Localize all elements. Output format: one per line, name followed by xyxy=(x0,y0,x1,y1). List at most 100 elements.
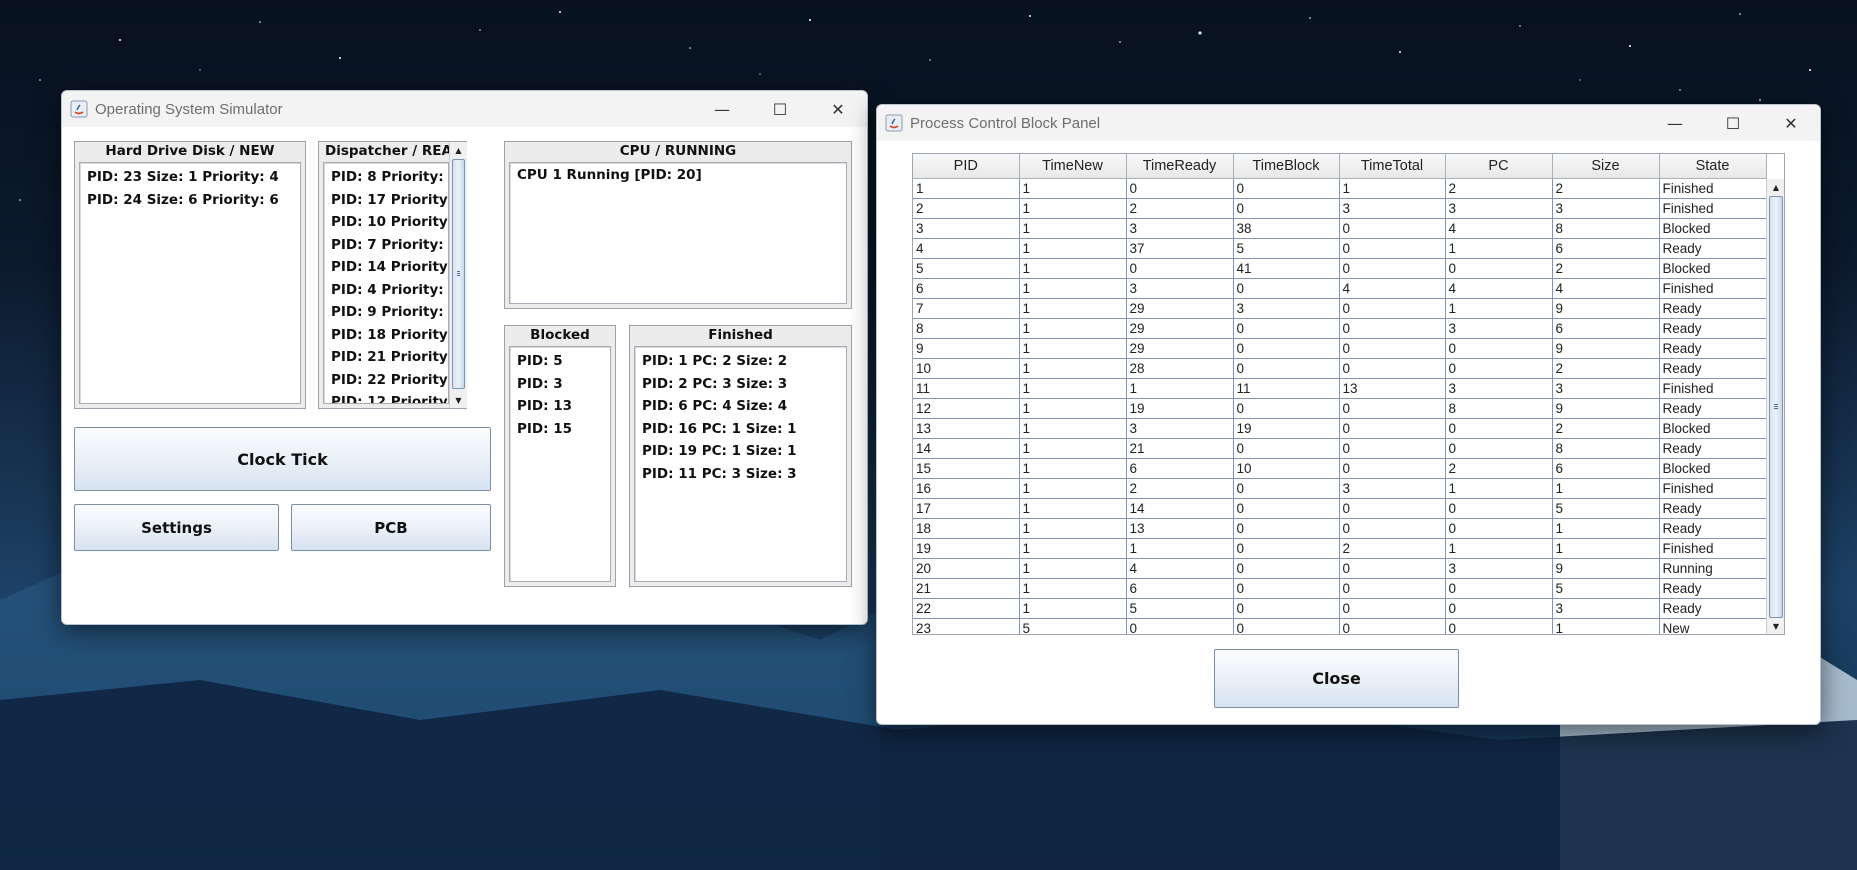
table-cell[interactable]: 1 xyxy=(1019,378,1127,399)
maximize-button[interactable]: ☐ xyxy=(751,91,809,127)
list-item[interactable]: PID: 18 Priority: 10 xyxy=(324,324,448,347)
table-cell[interactable]: 1 xyxy=(1552,538,1660,559)
table-cell[interactable]: 0 xyxy=(1339,518,1446,539)
table-cell[interactable]: Finished xyxy=(1659,378,1767,399)
column-header-timeready[interactable]: TimeReady xyxy=(1126,154,1234,179)
table-cell[interactable]: Ready xyxy=(1659,318,1767,339)
table-cell[interactable]: 11 xyxy=(1233,378,1340,399)
table-cell[interactable]: 28 xyxy=(1126,358,1234,379)
table-row[interactable]: 19 1 1 0 2 1 1 Finished xyxy=(913,538,1767,559)
finished-queue-list[interactable]: PID: 1 PC: 2 Size: 2 PID: 2 PC: 3 Size: … xyxy=(634,346,847,582)
table-cell[interactable]: 1 xyxy=(1019,398,1127,419)
table-row[interactable]: 9 1 29 0 0 0 9 Ready xyxy=(913,338,1767,359)
table-cell[interactable]: 0 xyxy=(1233,398,1340,419)
table-cell[interactable]: 0 xyxy=(1233,438,1340,459)
list-item[interactable]: PID: 15 xyxy=(510,418,610,441)
table-cell[interactable]: 19 xyxy=(1233,418,1340,439)
table-cell[interactable]: 12 xyxy=(913,398,1020,419)
table-cell[interactable]: Blocked xyxy=(1659,418,1767,439)
list-item[interactable]: PID: 23 Size: 1 Priority: 4 xyxy=(80,166,300,189)
table-cell[interactable]: 9 xyxy=(1552,558,1660,579)
table-cell[interactable]: 18 xyxy=(913,518,1020,539)
list-item[interactable]: PID: 6 PC: 4 Size: 4 xyxy=(635,395,846,418)
table-cell[interactable]: 6 xyxy=(1552,458,1660,479)
table-cell[interactable]: 1 xyxy=(1019,578,1127,599)
table-row[interactable]: 20 1 4 0 0 3 9 Running xyxy=(913,558,1767,579)
table-cell[interactable]: 1 xyxy=(1126,378,1234,399)
table-cell[interactable]: 1 xyxy=(1019,218,1127,239)
table-cell[interactable]: 0 xyxy=(1233,498,1340,519)
table-cell[interactable]: 0 xyxy=(1126,618,1234,634)
cpu-running-list[interactable]: CPU 1 Running [PID: 20] xyxy=(509,162,847,304)
table-cell[interactable]: 6 xyxy=(1126,578,1234,599)
table-cell[interactable]: 1 xyxy=(1019,478,1127,499)
table-cell[interactable]: 6 xyxy=(1126,458,1234,479)
table-cell[interactable]: 3 xyxy=(1552,598,1660,619)
table-cell[interactable]: 3 xyxy=(1126,278,1234,299)
table-cell[interactable]: 0 xyxy=(1339,398,1446,419)
table-cell[interactable]: 0 xyxy=(1339,438,1446,459)
table-row[interactable]: 2 1 2 0 3 3 3 Finished xyxy=(913,198,1767,219)
table-cell[interactable]: 1 xyxy=(1445,298,1553,319)
table-cell[interactable]: 1 xyxy=(1019,338,1127,359)
table-cell[interactable]: 14 xyxy=(913,438,1020,459)
table-cell[interactable]: 9 xyxy=(1552,338,1660,359)
table-cell[interactable]: 2 xyxy=(1552,418,1660,439)
table-row[interactable]: 18 1 13 0 0 0 1 Ready xyxy=(913,518,1767,539)
table-cell[interactable]: Ready xyxy=(1659,518,1767,539)
table-cell[interactable]: 1 xyxy=(913,178,1020,199)
close-button[interactable]: Close xyxy=(1214,649,1459,708)
table-cell[interactable]: 1 xyxy=(1552,478,1660,499)
table-cell[interactable]: 1 xyxy=(1019,298,1127,319)
table-cell[interactable]: 1 xyxy=(1019,258,1127,279)
column-header-pid[interactable]: PID xyxy=(913,154,1020,179)
list-item[interactable]: PID: 11 PC: 3 Size: 3 xyxy=(635,463,846,486)
table-cell[interactable]: 3 xyxy=(1445,198,1553,219)
table-cell[interactable]: New xyxy=(1659,618,1767,634)
list-item[interactable]: PID: 16 PC: 1 Size: 1 xyxy=(635,418,846,441)
table-cell[interactable]: 7 xyxy=(913,298,1020,319)
table-cell[interactable]: 1 xyxy=(1019,198,1127,219)
list-item[interactable]: PID: 13 xyxy=(510,395,610,418)
table-cell[interactable]: 2 xyxy=(1552,258,1660,279)
table-cell[interactable]: 0 xyxy=(1445,578,1553,599)
table-cell[interactable]: 0 xyxy=(1445,618,1553,634)
new-queue-list[interactable]: PID: 23 Size: 1 Priority: 4 PID: 24 Size… xyxy=(79,162,301,404)
table-cell[interactable]: 8 xyxy=(913,318,1020,339)
table-cell[interactable]: 4 xyxy=(1126,558,1234,579)
table-row[interactable]: 16 1 2 0 3 1 1 Finished xyxy=(913,478,1767,499)
table-cell[interactable]: 0 xyxy=(1339,238,1446,259)
table-cell[interactable]: 2 xyxy=(1126,478,1234,499)
table-row[interactable]: 1 1 0 0 1 2 2 Finished xyxy=(913,178,1767,199)
table-cell[interactable]: 0 xyxy=(1126,258,1234,279)
pcb-table-scrollbar[interactable]: ▲ ▼ xyxy=(1766,179,1784,634)
table-cell[interactable]: 2 xyxy=(1445,178,1553,199)
list-item[interactable]: PID: 24 Size: 6 Priority: 6 xyxy=(80,189,300,212)
table-cell[interactable]: 10 xyxy=(913,358,1020,379)
table-cell[interactable]: 1 xyxy=(1019,278,1127,299)
list-item[interactable]: PID: 4 Priority: 10 xyxy=(324,279,448,302)
table-cell[interactable]: 3 xyxy=(1552,378,1660,399)
table-cell[interactable]: Ready xyxy=(1659,358,1767,379)
table-cell[interactable]: 5 xyxy=(1126,598,1234,619)
table-cell[interactable]: 1 xyxy=(1019,518,1127,539)
table-cell[interactable]: Ready xyxy=(1659,498,1767,519)
table-cell[interactable]: 4 xyxy=(1339,278,1446,299)
table-cell[interactable]: Running xyxy=(1659,558,1767,579)
pcb-titlebar[interactable]: Process Control Block Panel — ☐ ✕ xyxy=(877,105,1820,141)
table-cell[interactable]: 0 xyxy=(1233,178,1340,199)
table-cell[interactable]: 0 xyxy=(1339,318,1446,339)
table-cell[interactable]: 29 xyxy=(1126,338,1234,359)
list-item[interactable]: PID: 7 Priority: 9 xyxy=(324,234,448,257)
table-cell[interactable]: 9 xyxy=(1552,398,1660,419)
table-cell[interactable]: 0 xyxy=(1233,358,1340,379)
minimize-button[interactable]: — xyxy=(1646,105,1704,141)
table-cell[interactable]: 0 xyxy=(1233,518,1340,539)
table-cell[interactable]: Finished xyxy=(1659,538,1767,559)
table-row[interactable]: 5 1 0 41 0 0 2 Blocked xyxy=(913,258,1767,279)
list-item[interactable]: PID: 1 PC: 2 Size: 2 xyxy=(635,350,846,373)
table-cell[interactable]: Ready xyxy=(1659,298,1767,319)
table-cell[interactable]: Ready xyxy=(1659,398,1767,419)
close-window-button[interactable]: ✕ xyxy=(809,91,867,127)
column-header-timenew[interactable]: TimeNew xyxy=(1019,154,1127,179)
